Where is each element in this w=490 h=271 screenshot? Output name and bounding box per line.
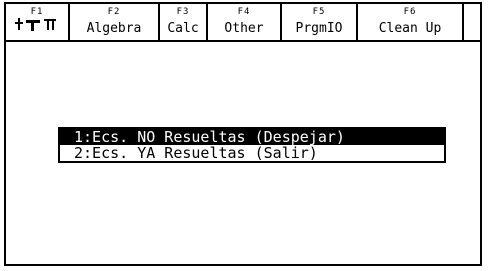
tab-label: Algebra bbox=[86, 22, 142, 36]
calculator-screen: F1 F2 Algebra F3 Calc F4 Other F5 PrgmIO… bbox=[4, 2, 482, 266]
menu-item-ya-resueltas[interactable]: 2:Ecs. YA Resueltas (Salir) bbox=[60, 145, 444, 161]
fkey-label: F2 bbox=[107, 7, 121, 17]
tab-f4-other[interactable]: F4 Other bbox=[208, 4, 282, 40]
tab-f3-calc[interactable]: F3 Calc bbox=[160, 4, 208, 40]
tools-icon bbox=[15, 18, 56, 31]
tab-f2-algebra[interactable]: F2 Algebra bbox=[70, 4, 160, 40]
tab-label: Clean Up bbox=[378, 22, 442, 36]
popup-menu: 1:Ecs. NO Resueltas (Despejar) 2:Ecs. YA… bbox=[58, 127, 446, 163]
menu-item-no-resueltas[interactable]: 1:Ecs. NO Resueltas (Despejar) bbox=[60, 129, 444, 145]
tab-f1-tools[interactable]: F1 bbox=[6, 4, 70, 40]
tab-label: Other bbox=[224, 22, 264, 36]
tab-f6-clean-up[interactable]: F6 Clean Up bbox=[358, 4, 464, 40]
fkey-label: F4 bbox=[237, 7, 251, 17]
fkey-label: F3 bbox=[176, 7, 190, 17]
tab-label: Calc bbox=[167, 22, 199, 36]
fkey-label: F6 bbox=[403, 7, 417, 17]
fkey-label: F5 bbox=[312, 7, 326, 17]
tab-label: PrgmIO bbox=[295, 22, 343, 36]
function-key-toolbar: F1 F2 Algebra F3 Calc F4 Other F5 PrgmIO… bbox=[6, 4, 480, 42]
tab-f5-prgmio[interactable]: F5 PrgmIO bbox=[282, 4, 358, 40]
tab-empty bbox=[464, 4, 480, 40]
